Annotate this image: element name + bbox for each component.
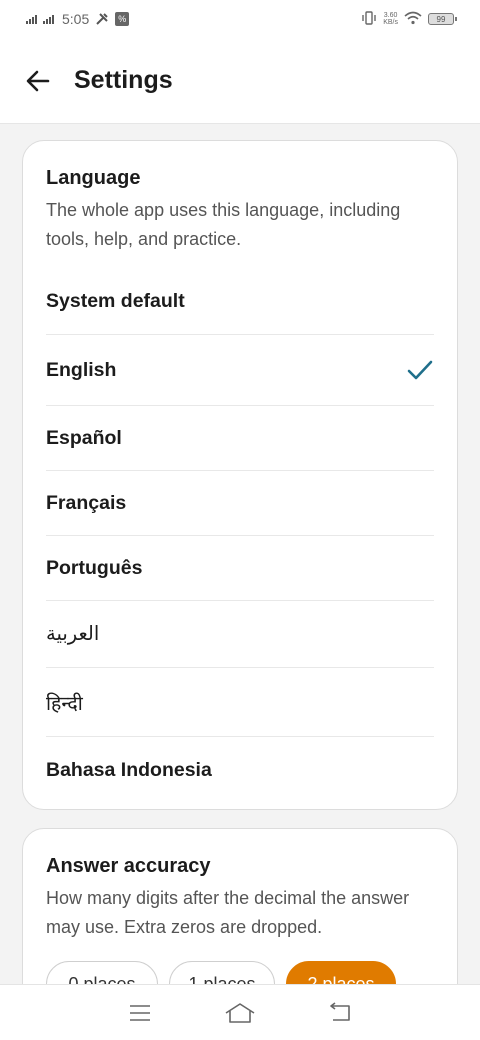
accuracy-title: Answer accuracy — [46, 855, 211, 877]
language-option-label: English — [46, 358, 117, 381]
language-option-arabic[interactable]: العربية — [46, 601, 434, 668]
status-right: 3.60 KB/s 99 — [361, 10, 457, 28]
language-title: Language — [46, 167, 141, 189]
language-option-francais[interactable]: Français — [46, 471, 434, 536]
network-speed-value: 3.60 — [383, 12, 398, 19]
language-option-portugues[interactable]: Português — [46, 536, 434, 601]
language-option-label: Bahasa Indonesia — [46, 758, 212, 781]
check-icon — [407, 360, 433, 380]
arrow-left-icon — [26, 70, 50, 91]
signal-icon-2 — [43, 14, 54, 24]
battery-icon: 99 — [428, 13, 457, 25]
accuracy-description: How many digits after the decimal the an… — [46, 888, 410, 937]
network-speed-unit: KB/s — [383, 19, 398, 26]
language-option-espanol[interactable]: Español — [46, 406, 434, 471]
language-option-label: العربية — [46, 623, 100, 645]
language-option-label: Português — [46, 556, 143, 579]
language-option-label: हिन्दी — [46, 692, 83, 715]
system-nav-bar — [0, 984, 480, 1040]
app-notification-icon: % — [115, 12, 130, 26]
page-title: Settings — [74, 66, 173, 94]
back-icon — [330, 1001, 350, 1021]
signal-icon — [26, 14, 37, 24]
tools-icon — [95, 12, 109, 26]
language-option-label: Español — [46, 426, 122, 449]
language-option-system-default[interactable]: System default — [46, 269, 434, 335]
nav-home-button[interactable] — [220, 993, 260, 1033]
status-time: 5:05 — [62, 11, 90, 27]
language-option-hindi[interactable]: हिन्दी — [46, 668, 434, 737]
network-speed: 3.60 KB/s — [383, 12, 398, 26]
vibrate-icon — [361, 10, 377, 28]
home-icon — [225, 1002, 255, 1023]
language-option-label: Français — [46, 491, 127, 514]
language-option-label: System default — [46, 290, 185, 312]
status-bar: 5:05 % 3.60 KB/s 99 — [0, 0, 480, 38]
back-button[interactable] — [18, 61, 58, 101]
language-list: System default English Español Français … — [46, 269, 434, 803]
wifi-icon — [404, 11, 422, 28]
language-option-bahasa-indonesia[interactable]: Bahasa Indonesia — [46, 737, 434, 803]
status-left: 5:05 % — [26, 11, 130, 27]
language-description: The whole app uses this language, includ… — [46, 200, 401, 249]
menu-icon — [130, 1004, 150, 1021]
language-card: Language The whole app uses this languag… — [22, 140, 458, 810]
language-option-english[interactable]: English — [46, 335, 434, 406]
nav-back-button[interactable] — [320, 993, 360, 1033]
app-bar: Settings — [0, 38, 480, 124]
nav-menu-button[interactable] — [120, 993, 160, 1033]
